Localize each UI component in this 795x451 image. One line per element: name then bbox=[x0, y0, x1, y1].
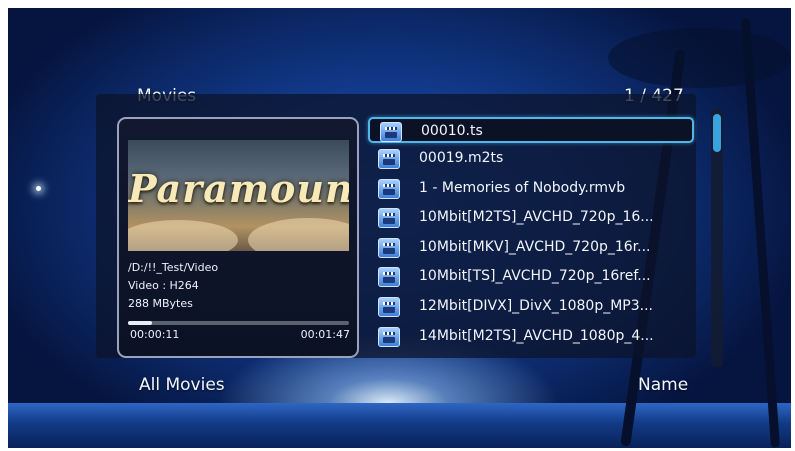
file-name: 00019.m2ts bbox=[419, 150, 504, 166]
file-list-item[interactable]: 00010.ts bbox=[368, 117, 694, 143]
file-name: 10Mbit[MKV]_AVCHD_720p_16r... bbox=[419, 239, 651, 255]
file-path: /D:/!!_Test/Video bbox=[128, 261, 219, 274]
sort-label[interactable]: Name bbox=[638, 375, 688, 395]
thumbnail-cloud bbox=[128, 220, 238, 251]
preview-pane: Paramount /D:/!!_Test/Video Video : H264… bbox=[117, 117, 359, 358]
video-codec: Video : H264 bbox=[128, 279, 199, 292]
file-name: 10Mbit[TS]_AVCHD_720p_16ref... bbox=[419, 268, 651, 284]
background-sea bbox=[8, 403, 791, 448]
file-list-item[interactable]: 1 - Memories of Nobody.rmvb bbox=[368, 176, 694, 202]
background-star bbox=[36, 186, 41, 191]
playback-progress-bar bbox=[128, 321, 349, 325]
file-name: 14Mbit[M2TS]_AVCHD_1080p_4... bbox=[419, 328, 654, 344]
video-file-icon bbox=[378, 327, 400, 347]
file-list-item[interactable]: 00019.m2ts bbox=[368, 146, 694, 172]
video-file-icon bbox=[378, 208, 400, 228]
total-duration: 00:01:47 bbox=[300, 328, 350, 341]
filter-label[interactable]: All Movies bbox=[139, 375, 225, 395]
file-name: 00010.ts bbox=[421, 123, 483, 139]
video-thumbnail: Paramount bbox=[128, 140, 349, 251]
file-list-item[interactable]: 12Mbit[DIVX]_DivX_1080p_MP3... bbox=[368, 294, 694, 320]
video-file-icon bbox=[378, 267, 400, 287]
file-name: 1 - Memories of Nobody.rmvb bbox=[419, 180, 626, 196]
file-list-item[interactable]: 10Mbit[MKV]_AVCHD_720p_16r... bbox=[368, 235, 694, 261]
thumbnail-logo: Paramount bbox=[128, 166, 349, 211]
video-file-icon bbox=[378, 238, 400, 258]
file-list-item[interactable]: 10Mbit[M2TS]_AVCHD_720p_16... bbox=[368, 205, 694, 231]
file-list-item[interactable]: 10Mbit[TS]_AVCHD_720p_16ref... bbox=[368, 264, 694, 290]
file-list-scrollbar[interactable] bbox=[711, 109, 723, 367]
video-file-icon bbox=[378, 149, 400, 169]
video-file-icon bbox=[378, 179, 400, 199]
file-name: 10Mbit[M2TS]_AVCHD_720p_16... bbox=[419, 209, 654, 225]
video-file-icon bbox=[378, 297, 400, 317]
elapsed-time: 00:00:11 bbox=[130, 328, 180, 341]
file-list-item[interactable]: 14Mbit[M2TS]_AVCHD_1080p_4... bbox=[368, 324, 694, 350]
playback-progress-fill bbox=[128, 321, 153, 325]
file-size: 288 MBytes bbox=[128, 297, 193, 310]
file-name: 12Mbit[DIVX]_DivX_1080p_MP3... bbox=[419, 298, 654, 314]
video-file-icon bbox=[380, 122, 402, 142]
thumbnail-cloud bbox=[248, 218, 349, 251]
background-palm-leaves bbox=[608, 28, 791, 88]
scrollbar-thumb[interactable] bbox=[713, 114, 721, 152]
